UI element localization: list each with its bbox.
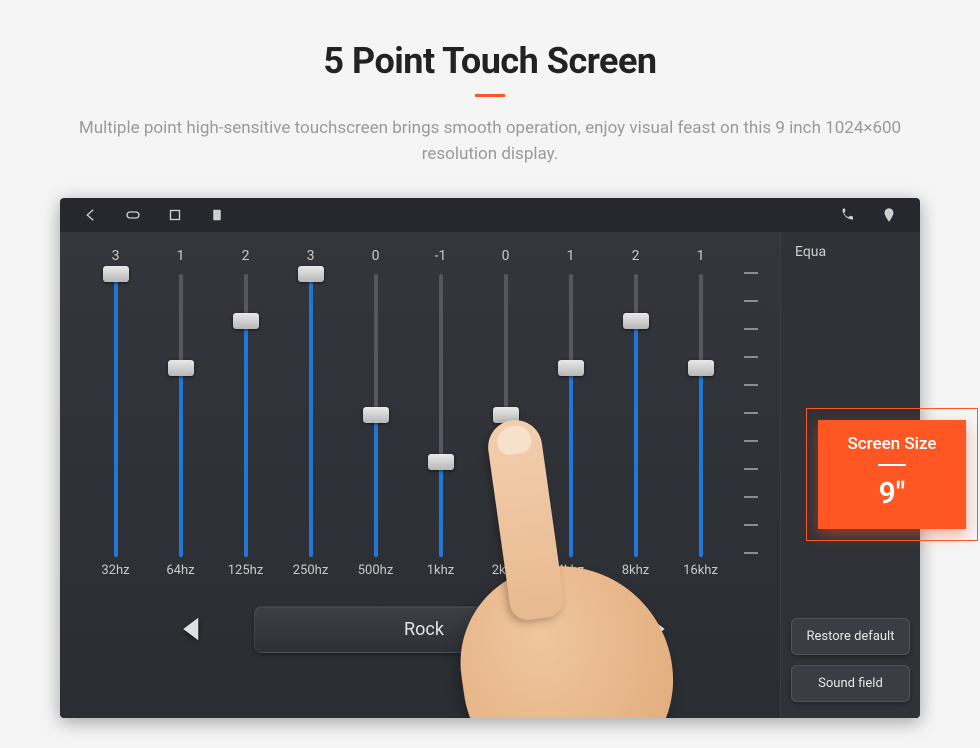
- eq-slider-thumb[interactable]: [363, 407, 389, 423]
- eq-slider-track[interactable]: [244, 274, 248, 557]
- eq-slider-track[interactable]: [309, 274, 313, 557]
- eq-band-value: 1: [567, 248, 575, 270]
- eq-band[interactable]: 1 4khz: [543, 248, 598, 578]
- eq-band[interactable]: 0 500hz: [348, 248, 403, 578]
- eq-slider-thumb[interactable]: [493, 407, 519, 423]
- eq-slider-track[interactable]: [114, 274, 118, 557]
- equalizer-sliders: 332hz 1 64hz 2 125hz 3250hz 0 500hz -1 1khz 0 2khz 1…: [88, 248, 760, 578]
- eq-band[interactable]: 0 2khz: [478, 248, 533, 578]
- eq-slider-thumb[interactable]: [428, 454, 454, 470]
- eq-slider-thumb[interactable]: [103, 266, 129, 282]
- eq-band-label: 2khz: [492, 563, 520, 578]
- eq-slider-thumb[interactable]: [688, 360, 714, 376]
- sd-card-icon: [208, 206, 226, 224]
- eq-band[interactable]: 1 64hz: [153, 248, 208, 578]
- back-icon[interactable]: [82, 206, 100, 224]
- eq-band-label: 32hz: [101, 563, 129, 578]
- eq-band-label: 1khz: [427, 563, 455, 578]
- eq-band-label: 250hz: [293, 563, 329, 578]
- eq-band-value: -1: [435, 248, 447, 270]
- eq-band-label: 8khz: [622, 563, 650, 578]
- preset-next-button[interactable]: [634, 607, 678, 651]
- eq-band-label: 64hz: [166, 563, 194, 578]
- eq-band[interactable]: 332hz: [88, 248, 143, 578]
- eq-band[interactable]: 3250hz: [283, 248, 338, 578]
- eq-band[interactable]: 2 8khz: [608, 248, 663, 578]
- eq-band-value: 1: [177, 248, 185, 270]
- eq-band-value: 2: [242, 248, 250, 270]
- sound-field-button[interactable]: Sound field: [791, 665, 910, 702]
- eq-band-label: 4khz: [557, 563, 585, 578]
- preset-name[interactable]: Rock: [254, 606, 594, 653]
- eq-slider-thumb[interactable]: [558, 360, 584, 376]
- eq-band-value: 2: [632, 248, 640, 270]
- eq-slider-track[interactable]: [179, 274, 183, 557]
- eq-band-value: 0: [372, 248, 380, 270]
- page-title: 5 Point Touch Screen: [30, 40, 950, 82]
- eq-band[interactable]: 1 16khz: [673, 248, 728, 578]
- eq-slider-track[interactable]: [374, 274, 378, 557]
- phone-icon[interactable]: [838, 206, 856, 224]
- eq-slider-track[interactable]: [634, 274, 638, 557]
- eq-band-label: 16khz: [683, 563, 718, 578]
- eq-band-label: 125hz: [228, 563, 264, 578]
- eq-band-label: 500hz: [358, 563, 394, 578]
- status-bar: [60, 198, 920, 232]
- eq-band[interactable]: 2 125hz: [218, 248, 273, 578]
- eq-slider-thumb[interactable]: [233, 313, 259, 329]
- eq-slider-track[interactable]: [439, 274, 443, 557]
- page-subtitle: Multiple point high-sensitive touchscree…: [50, 115, 930, 168]
- location-icon: [880, 206, 898, 224]
- panel-label: Equa: [791, 244, 910, 260]
- callout-label: Screen Size: [828, 434, 956, 454]
- title-divider: [475, 94, 505, 97]
- eq-slider-thumb[interactable]: [168, 360, 194, 376]
- eq-band[interactable]: -1 1khz: [413, 248, 468, 578]
- eq-band-value: 1: [697, 248, 705, 270]
- device-frame: 332hz 1 64hz 2 125hz 3250hz 0 500hz -1 1khz 0 2khz 1…: [60, 198, 920, 718]
- eq-band-value: 0: [502, 248, 510, 270]
- eq-slider-thumb[interactable]: [298, 266, 324, 282]
- eq-slider-thumb[interactable]: [623, 313, 649, 329]
- eq-slider-track[interactable]: [569, 274, 573, 557]
- callout-value: 9": [828, 476, 956, 511]
- eq-slider-track[interactable]: [504, 274, 508, 557]
- recent-apps-icon[interactable]: [166, 206, 184, 224]
- screen-size-callout: Screen Size 9": [818, 420, 966, 529]
- restore-default-button[interactable]: Restore default: [791, 618, 910, 655]
- eq-slider-track[interactable]: [699, 274, 703, 557]
- scale-ticks: [738, 248, 760, 578]
- home-icon[interactable]: [124, 206, 142, 224]
- preset-prev-button[interactable]: [170, 607, 214, 651]
